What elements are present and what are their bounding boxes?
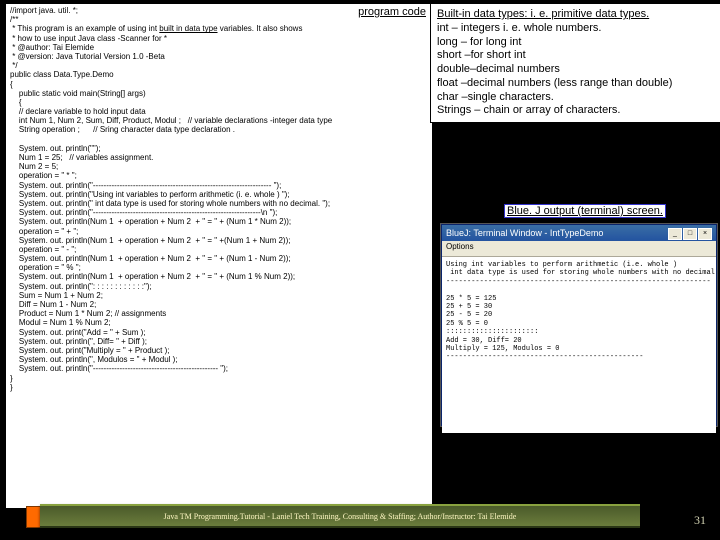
minimize-icon[interactable]: _	[668, 228, 682, 240]
code-line: */	[10, 61, 428, 70]
datatypes-box: Built-in data types: i. e. primitive dat…	[430, 3, 720, 123]
code-box: //import java. util. *; /** * This progr…	[5, 3, 433, 509]
slide-number: 31	[694, 513, 706, 528]
code-line: Product = Num 1 * Num 2; // assignments	[10, 309, 428, 318]
datatype-row: Strings – chain or array of characters.	[437, 104, 720, 118]
code-line: System. out. println("");	[10, 144, 428, 153]
code-line: System. out. println(", Modulos = " + Mo…	[10, 355, 428, 364]
code-line: int Num 1, Num 2, Sum, Diff, Product, Mo…	[10, 116, 428, 125]
datatype-row: short –for short int	[437, 49, 720, 63]
code-line: System. out. println("Using int variable…	[10, 190, 428, 199]
footer-bar: Java TM Programming.Tutorial - Laniel Te…	[40, 504, 640, 528]
code-line: public class Data.Type.Demo	[10, 70, 428, 79]
label-bluej-output: Blue. J output (terminal) screen.	[504, 204, 666, 218]
code-line: operation = " * ";	[10, 171, 428, 180]
maximize-icon[interactable]: □	[683, 228, 697, 240]
code-line: Sum = Num 1 + Num 2;	[10, 291, 428, 300]
window-buttons: _□×	[667, 227, 712, 240]
code-line: Num 1 = 25; // variables assignment.	[10, 153, 428, 162]
code-line: * how to use input Java class -Scanner f…	[10, 34, 428, 43]
code-line: System. out. println("------------------…	[10, 208, 428, 217]
label-program-code: program code	[358, 6, 426, 18]
datatypes-heading: Built-in data types: i. e. primitive dat…	[437, 8, 720, 22]
code-line: System. out. print("Multiply = " + Produ…	[10, 346, 428, 355]
code-line: System. out. println(": : : : : : : : : …	[10, 282, 428, 291]
code-line: public static void main(String[] args)	[10, 89, 428, 98]
code-line: operation = " + ";	[10, 227, 428, 236]
code-line: System. out. println("------------------…	[10, 364, 428, 373]
datatype-row: int – integers i. e. whole numbers.	[437, 22, 720, 36]
terminal-menu[interactable]: Options	[442, 241, 716, 257]
code-line: {	[10, 98, 428, 107]
close-icon[interactable]: ×	[698, 228, 712, 240]
code-line: * @version: Java Tutorial Version 1.0 -B…	[10, 52, 428, 61]
code-line: operation = " % ";	[10, 263, 428, 272]
code-line: * This program is an example of using in…	[10, 24, 428, 33]
code-line: System. out. println(Num 1 + operation +…	[10, 272, 428, 281]
code-line: Diff = Num 1 - Num 2;	[10, 300, 428, 309]
slide: program code //import java. util. *; /**…	[0, 0, 720, 540]
datatype-row: float –decimal numbers (less range than …	[437, 77, 720, 91]
terminal-titlebar: BlueJ: Terminal Window - IntTypeDemo _□×	[442, 225, 716, 241]
code-line: Modul = Num 1 % Num 2;	[10, 318, 428, 327]
footer-text: Java TM Programming.Tutorial - Laniel Te…	[164, 512, 517, 521]
code-line: }	[10, 383, 428, 392]
code-line: System. out. println("------------------…	[10, 181, 428, 190]
code-line: // declare variable to hold input data	[10, 107, 428, 116]
code-line: * @author: Tai Elemide	[10, 43, 428, 52]
code-line: Num 2 = 5;	[10, 162, 428, 171]
code-line: System. out. println(Num 1 + operation +…	[10, 236, 428, 245]
code-line: System. out. println(Num 1 + operation +…	[10, 217, 428, 226]
code-line: operation = " - ";	[10, 245, 428, 254]
terminal-body: Using int variables to perform arithmeti…	[442, 257, 716, 433]
datatype-row: char –single characters.	[437, 91, 720, 105]
terminal-title: BlueJ: Terminal Window - IntTypeDemo	[446, 228, 603, 238]
code-line: }	[10, 374, 428, 383]
code-line: {	[10, 80, 428, 89]
code-line: String operation ; // Sring character da…	[10, 125, 428, 134]
code-line: System. out. println(Num 1 + operation +…	[10, 254, 428, 263]
terminal-window: BlueJ: Terminal Window - IntTypeDemo _□×…	[441, 224, 717, 426]
code-line	[10, 135, 428, 144]
code-line: System. out. println(" int data type is …	[10, 199, 428, 208]
code-line: System. out. print("Add = " + Sum );	[10, 328, 428, 337]
datatype-row: long – for long int	[437, 36, 720, 50]
datatype-row: double–decimal numbers	[437, 63, 720, 77]
code-line: System. out. println(", Diff= " + Diff )…	[10, 337, 428, 346]
